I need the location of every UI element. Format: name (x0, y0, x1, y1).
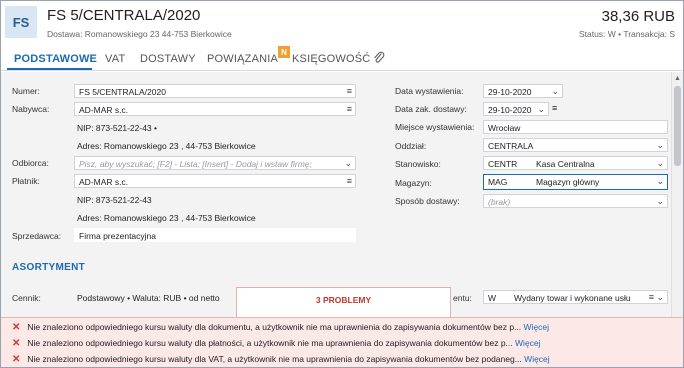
payer-label: Płatnik: (12, 176, 40, 186)
tab-basic[interactable]: PODSTAWOWE (14, 53, 97, 65)
problems-panel-header[interactable]: 3 PROBLEMY (236, 287, 451, 317)
chevron-down-icon[interactable]: ⌄ (551, 86, 559, 97)
issue-date-value: 29-10-2020 (488, 87, 532, 97)
problem-item: ✕ Nie znaleziono odpowiedniego kursu walu… (12, 354, 550, 365)
problem-text: Nie znaleziono odpowiedniego kursu walut… (27, 354, 522, 364)
warehouse-code: MAG (488, 177, 508, 187)
problem-text: Nie znaleziono odpowiedniego kursu walut… (27, 338, 513, 348)
station-select[interactable]: CENTR Kasa Centralna ⌄ (483, 156, 668, 170)
number-label: Numer: (12, 86, 40, 96)
error-icon: ✕ (12, 322, 21, 333)
number-value: FS 5/CENTRALA/2020 (79, 87, 166, 97)
more-link[interactable]: Więcej (515, 338, 541, 348)
issue-type-label: entu: (453, 293, 472, 303)
tab-accounting[interactable]: KSIĘGOWOŚĆ (292, 53, 370, 65)
delivery-method-label: Sposób dostawy: (395, 196, 460, 206)
branch-value: CENTRALA (488, 141, 534, 151)
place-field[interactable]: Wrocław (483, 120, 668, 134)
recipient-label: Odbiorca: (12, 158, 49, 168)
branch-label: Oddział: (395, 141, 427, 151)
delivery-method-value: (brak) (488, 197, 511, 207)
tab-vat[interactable]: VAT (105, 53, 125, 65)
warehouse-name: Magazyn główny (536, 177, 600, 187)
seller-value: Firma prezentacyjna (79, 231, 157, 241)
station-label: Stanowisko: (395, 159, 441, 169)
document-type-logo: FS (5, 6, 37, 38)
active-tab-indicator (7, 68, 92, 70)
buyer-label: Nabywca: (12, 104, 50, 114)
place-value: Wrocław (488, 123, 521, 133)
warehouse-select[interactable]: MAG Magazyn główny ⌄ (483, 174, 668, 190)
document-header: FS FS 5/CENTRALA/2020 Dostawa: Romanowsk… (1, 1, 683, 47)
buyer-nip: NIP: 873-521-22-43 • (77, 123, 157, 133)
menu-icon[interactable]: ≡ (347, 104, 352, 114)
payer-address: Adres: Romanowskiego 23 , 44-753 Bierkow… (77, 213, 256, 223)
more-link[interactable]: Więcej (524, 322, 550, 332)
assortment-section-title: ASORTYMENT (12, 262, 85, 273)
menu-icon[interactable]: ≡ ⌄ (649, 292, 664, 303)
payer-nip: NIP: 873-521-22-43 (77, 195, 152, 205)
document-amount: 38,36 RUB (601, 8, 675, 25)
purchase-date-value: 29-10-2020 (488, 105, 532, 115)
branch-select[interactable]: CENTRALA ⌄ (483, 138, 668, 152)
problem-text: Nie znaleziono odpowiedniego kursu walut… (27, 322, 522, 332)
payer-value: AD-MAR s.c. (79, 177, 129, 187)
delivery-address: Dostawa: Romanowskiego 23 44-753 Bierkow… (47, 29, 232, 39)
vertical-scrollbar[interactable]: ▲ (671, 72, 683, 317)
station-code: CENTR (488, 159, 518, 169)
issue-date-label: Data wystawienia: (395, 86, 464, 96)
issue-type-select[interactable]: W Wydany towar i wykonane usłu ≡ ⌄ (483, 290, 668, 304)
menu-icon[interactable]: ≡ (347, 86, 352, 96)
document-title: FS 5/CENTRALA/2020 (47, 7, 201, 24)
delivery-method-select[interactable]: (brak) ⌄ (483, 194, 668, 208)
warehouse-label: Magazyn: (395, 178, 432, 188)
pricelist-label: Cennik: (12, 293, 41, 303)
seller-field: Firma prezentacyjna (74, 228, 356, 242)
invoice-window: FS FS 5/CENTRALA/2020 Dostawa: Romanowsk… (0, 0, 684, 368)
more-link[interactable]: Więcej (524, 354, 550, 364)
buyer-value: AD-MAR s.c. (79, 105, 129, 115)
purchase-date-label: Data zak. dostawy: (395, 104, 467, 114)
tab-bar: PODSTAWOWE VAT DOSTAWY POWIĄZANIA KSIĘGO… (1, 47, 683, 71)
scroll-up-arrow-icon[interactable]: ▲ (674, 75, 681, 82)
problem-item: ✕ Nie znaleziono odpowiedniego kursu walu… (12, 322, 549, 333)
chevron-down-icon[interactable]: ⌄ (344, 158, 352, 169)
buyer-field[interactable]: AD-MAR s.c. ≡ (74, 102, 356, 116)
issue-type-value: Wydany towar i wykonane usłu (514, 293, 631, 303)
relations-badge: N (278, 46, 290, 58)
paperclip-icon[interactable] (373, 51, 385, 68)
buyer-address: Adres: Romanowskiego 23 , 44-753 Bierkow… (77, 141, 256, 151)
station-name: Kasa Centralna (536, 159, 595, 169)
chevron-down-icon[interactable]: ⌄ (656, 140, 664, 151)
purchase-date-field[interactable]: 29-10-2020 ⌄ (483, 102, 549, 116)
recipient-input[interactable]: Pisz, aby wyszukać; [F2] - Lista; [Inser… (74, 156, 356, 170)
error-icon: ✕ (12, 338, 21, 349)
issue-type-code: W (488, 293, 497, 303)
issue-date-field[interactable]: 29-10-2020 ⌄ (483, 84, 563, 98)
chevron-down-icon[interactable]: ⌄ (656, 158, 664, 169)
chevron-down-icon[interactable]: ⌄ (656, 176, 664, 187)
document-status: Status: W • Transakcja: S (578, 29, 675, 39)
recipient-placeholder: Pisz, aby wyszukać; [F2] - Lista; [Inser… (79, 159, 312, 169)
problems-title: 3 PROBLEMY (315, 295, 372, 305)
scrollbar-thumb[interactable] (674, 86, 681, 166)
error-icon: ✕ (12, 354, 21, 365)
problems-list: ✕ Nie znaleziono odpowiedniego kursu walu… (1, 317, 683, 367)
place-label: Miejsce wystawienia: (395, 122, 475, 132)
pricelist-value: Podstawowy • Waluta: RUB • od netto (77, 293, 220, 303)
payer-field[interactable]: AD-MAR s.c. ≡ (74, 174, 356, 188)
menu-icon[interactable]: ≡ (347, 176, 352, 186)
chevron-down-icon[interactable]: ⌄ (537, 104, 545, 115)
chevron-down-icon[interactable]: ⌄ (656, 196, 664, 207)
number-field[interactable]: FS 5/CENTRALA/2020 ≡ (74, 84, 356, 98)
tab-relations[interactable]: POWIĄZANIA (207, 53, 278, 65)
menu-icon[interactable]: ≡ (552, 103, 557, 113)
tab-deliveries[interactable]: DOSTAWY (140, 53, 196, 65)
seller-label: Sprzedawca: (12, 231, 62, 241)
problem-item: ✕ Nie znaleziono odpowiedniego kursu walu… (12, 338, 541, 349)
